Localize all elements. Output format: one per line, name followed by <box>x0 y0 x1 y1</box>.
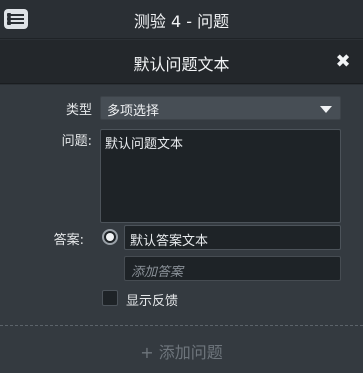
answer-input[interactable]: 默认答案文本 <box>124 225 341 250</box>
question-editor-panel: 类型 多项选择 问题: 默认问题文本 答案: 默认答案文本 添加答案 显示反馈 … <box>0 85 363 373</box>
add-answer-input[interactable]: 添加答案 <box>124 256 341 281</box>
caret-down-icon <box>320 106 332 113</box>
answer-label: 答案: <box>53 233 84 248</box>
radio-selected-dot <box>106 233 114 241</box>
answer-text: 默认答案文本 <box>130 234 209 249</box>
divider <box>0 325 363 326</box>
add-answer-placeholder: 添加答案 <box>131 265 184 280</box>
question-text: 默认问题文本 <box>105 137 184 152</box>
close-icon[interactable]: ✖ <box>333 52 353 72</box>
question-label: 问题: <box>61 134 92 149</box>
show-feedback-label[interactable]: 显示反馈 <box>126 290 178 309</box>
question-textarea[interactable]: 默认问题文本 <box>100 129 341 223</box>
question-title: 默认问题文本 <box>133 55 230 74</box>
type-select-value: 多项选择 <box>107 104 160 119</box>
show-feedback-checkbox[interactable] <box>102 290 118 306</box>
window-title: 测验 4 - 问题 <box>133 12 230 31</box>
top-bar: 测验 4 - 问题 <box>0 0 363 39</box>
add-question-button[interactable]: + 添加问题 <box>0 339 363 363</box>
question-header: 默认问题文本 ✖ <box>0 40 363 84</box>
type-label: 类型 <box>65 103 92 118</box>
type-select[interactable]: 多项选择 <box>100 96 341 120</box>
answer-correct-radio[interactable] <box>102 229 118 245</box>
